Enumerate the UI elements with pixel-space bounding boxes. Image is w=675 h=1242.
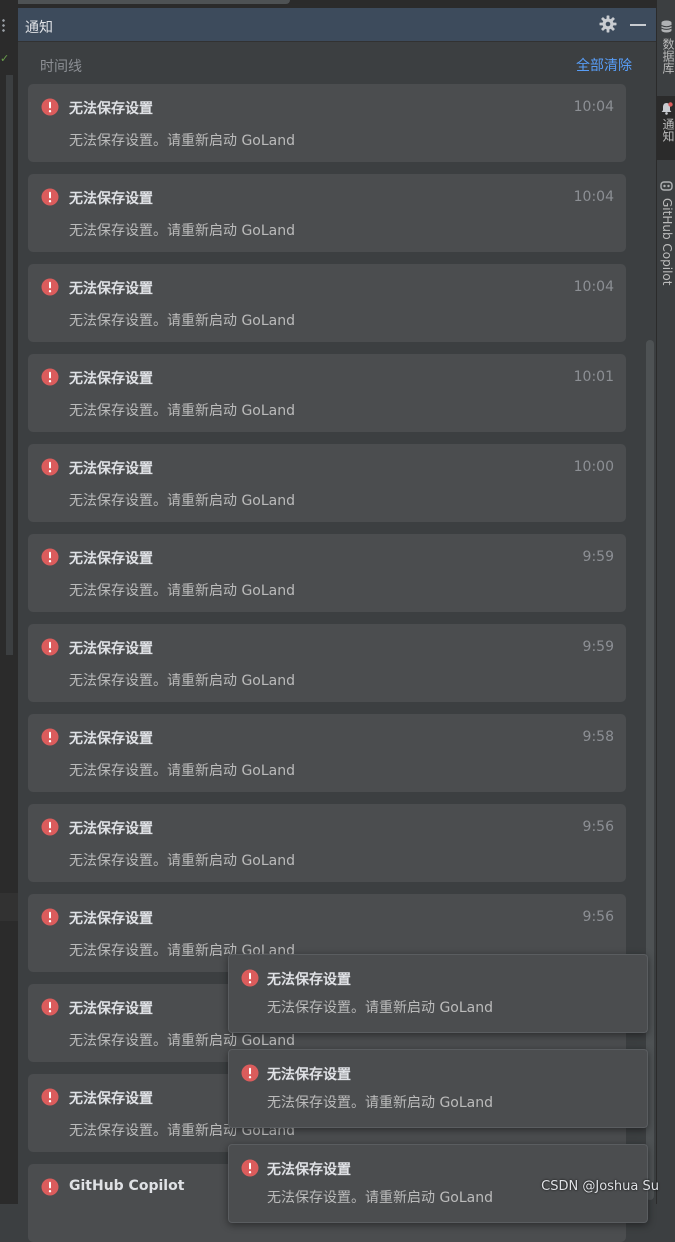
- copilot-icon: [660, 181, 673, 191]
- top-edge: [18, 0, 656, 8]
- notification-title: 无法保存设置: [69, 191, 153, 207]
- notification-message: 无法保存设置。请重新启动 GoLand: [69, 673, 296, 689]
- notification-time: 10:04: [573, 279, 614, 295]
- notification-title: 无法保存设置: [69, 551, 153, 567]
- notification-card[interactable]: 无法保存设置 10:04 无法保存设置。请重新启动 GoLand: [28, 84, 626, 162]
- notification-card[interactable]: 无法保存设置 9:59 无法保存设置。请重新启动 GoLand: [28, 534, 626, 612]
- error-icon: [41, 1088, 59, 1106]
- editor-scrollbar[interactable]: [6, 75, 13, 655]
- error-icon: [41, 998, 59, 1016]
- notification-time: 9:59: [582, 549, 614, 565]
- notification-message: 无法保存设置。请重新启动 GoLand: [69, 493, 296, 509]
- notification-time: 9:56: [582, 819, 614, 835]
- error-icon: [241, 1159, 259, 1177]
- notification-time: 10:04: [573, 99, 614, 115]
- bell-icon: [661, 102, 673, 115]
- editor-band: [0, 893, 18, 921]
- copilot-tool-button[interactable]: GitHub Copilot: [657, 176, 675, 300]
- notification-card[interactable]: 无法保存设置 10:00 无法保存设置。请重新启动 GoLand: [28, 444, 626, 522]
- notification-time: 10:01: [573, 369, 614, 385]
- toast-message: 无法保存设置。请重新启动 GoLand: [267, 1000, 494, 1016]
- tab-stub: [18, 0, 290, 4]
- notification-title: 无法保存设置: [69, 1001, 153, 1017]
- toast-notification[interactable]: 无法保存设置 无法保存设置。请重新启动 GoLand: [228, 1049, 648, 1128]
- notifications-label: 通知: [661, 118, 675, 142]
- notification-message: 无法保存设置。请重新启动 GoLand: [69, 583, 296, 599]
- right-tool-strip: 数据库 通知 GitHub Copilot: [656, 0, 675, 1204]
- notification-card[interactable]: 无法保存设置 10:04 无法保存设置。请重新启动 GoLand: [28, 174, 626, 252]
- notification-title: 无法保存设置: [69, 821, 153, 837]
- database-label: 数据库: [661, 38, 675, 74]
- notification-card[interactable]: 无法保存设置 9:56 无法保存设置。请重新启动 GoLand: [28, 804, 626, 882]
- notifications-tool-button[interactable]: 通知: [657, 96, 675, 160]
- notification-message: 无法保存设置。请重新启动 GoLand: [69, 313, 296, 329]
- notification-message: 无法保存设置。请重新启动 GoLand: [69, 853, 296, 869]
- notification-time: 9:56: [582, 909, 614, 925]
- timeline-bar: 时间线 全部清除: [18, 42, 656, 82]
- error-icon: [41, 1178, 59, 1196]
- toast-title: 无法保存设置: [267, 972, 351, 988]
- gear-icon[interactable]: [598, 14, 618, 34]
- error-icon: [41, 548, 59, 566]
- notification-title: 无法保存设置: [69, 371, 153, 387]
- error-icon: [41, 908, 59, 926]
- error-icon: [41, 368, 59, 386]
- copilot-label: GitHub Copilot: [660, 198, 674, 286]
- notification-message: 无法保存设置。请重新启动 GoLand: [69, 223, 296, 239]
- error-icon: [41, 188, 59, 206]
- timeline-label: 时间线: [40, 59, 82, 75]
- error-icon: [41, 278, 59, 296]
- toast-title: 无法保存设置: [267, 1162, 351, 1178]
- notification-card[interactable]: 无法保存设置 10:04 无法保存设置。请重新启动 GoLand: [28, 264, 626, 342]
- notification-time: 9:59: [582, 639, 614, 655]
- notification-title: 无法保存设置: [69, 101, 153, 117]
- notification-message: 无法保存设置。请重新启动 GoLand: [69, 1033, 296, 1049]
- notification-card[interactable]: 无法保存设置 10:01 无法保存设置。请重新启动 GoLand: [28, 354, 626, 432]
- error-icon: [41, 638, 59, 656]
- more-options-icon[interactable]: [2, 18, 5, 32]
- notification-time: 10:04: [573, 189, 614, 205]
- minimize-icon[interactable]: [630, 24, 646, 26]
- notification-title: 无法保存设置: [69, 461, 153, 477]
- database-tool-button[interactable]: 数据库: [657, 14, 675, 84]
- notification-time: 9:58: [582, 729, 614, 745]
- error-icon: [41, 728, 59, 746]
- error-icon: [41, 458, 59, 476]
- notification-message: 无法保存设置。请重新启动 GoLand: [69, 763, 296, 779]
- panel-title: 通知: [25, 20, 53, 36]
- notification-time: 10:00: [573, 459, 614, 475]
- panel-header: 通知: [18, 8, 656, 42]
- notification-message: 无法保存设置。请重新启动 GoLand: [69, 133, 296, 149]
- editor-gutter-strip: ✓: [0, 0, 18, 1204]
- toast-title: 无法保存设置: [267, 1067, 351, 1083]
- notification-card[interactable]: 无法保存设置 9:59 无法保存设置。请重新启动 GoLand: [28, 624, 626, 702]
- database-icon: [661, 20, 672, 33]
- clear-all-link[interactable]: 全部清除: [576, 55, 632, 75]
- error-icon: [41, 818, 59, 836]
- error-icon: [241, 969, 259, 987]
- notification-title: 无法保存设置: [69, 731, 153, 747]
- notification-card[interactable]: 无法保存设置 9:58 无法保存设置。请重新启动 GoLand: [28, 714, 626, 792]
- error-icon: [241, 1064, 259, 1082]
- error-icon: [41, 98, 59, 116]
- watermark: CSDN @Joshua Su: [541, 1179, 659, 1194]
- notification-message: 无法保存设置。请重新启动 GoLand: [69, 403, 296, 419]
- toast-message: 无法保存设置。请重新启动 GoLand: [267, 1190, 494, 1206]
- notification-title: 无法保存设置: [69, 1091, 153, 1107]
- toast-message: 无法保存设置。请重新启动 GoLand: [267, 1095, 494, 1111]
- toast-notification[interactable]: 无法保存设置 无法保存设置。请重新启动 GoLand: [228, 954, 648, 1033]
- check-icon: ✓: [0, 52, 10, 65]
- notification-title: 无法保存设置: [69, 911, 153, 927]
- notification-title: 无法保存设置: [69, 281, 153, 297]
- notification-title: 无法保存设置: [69, 641, 153, 657]
- notification-title: GitHub Copilot: [69, 1178, 185, 1194]
